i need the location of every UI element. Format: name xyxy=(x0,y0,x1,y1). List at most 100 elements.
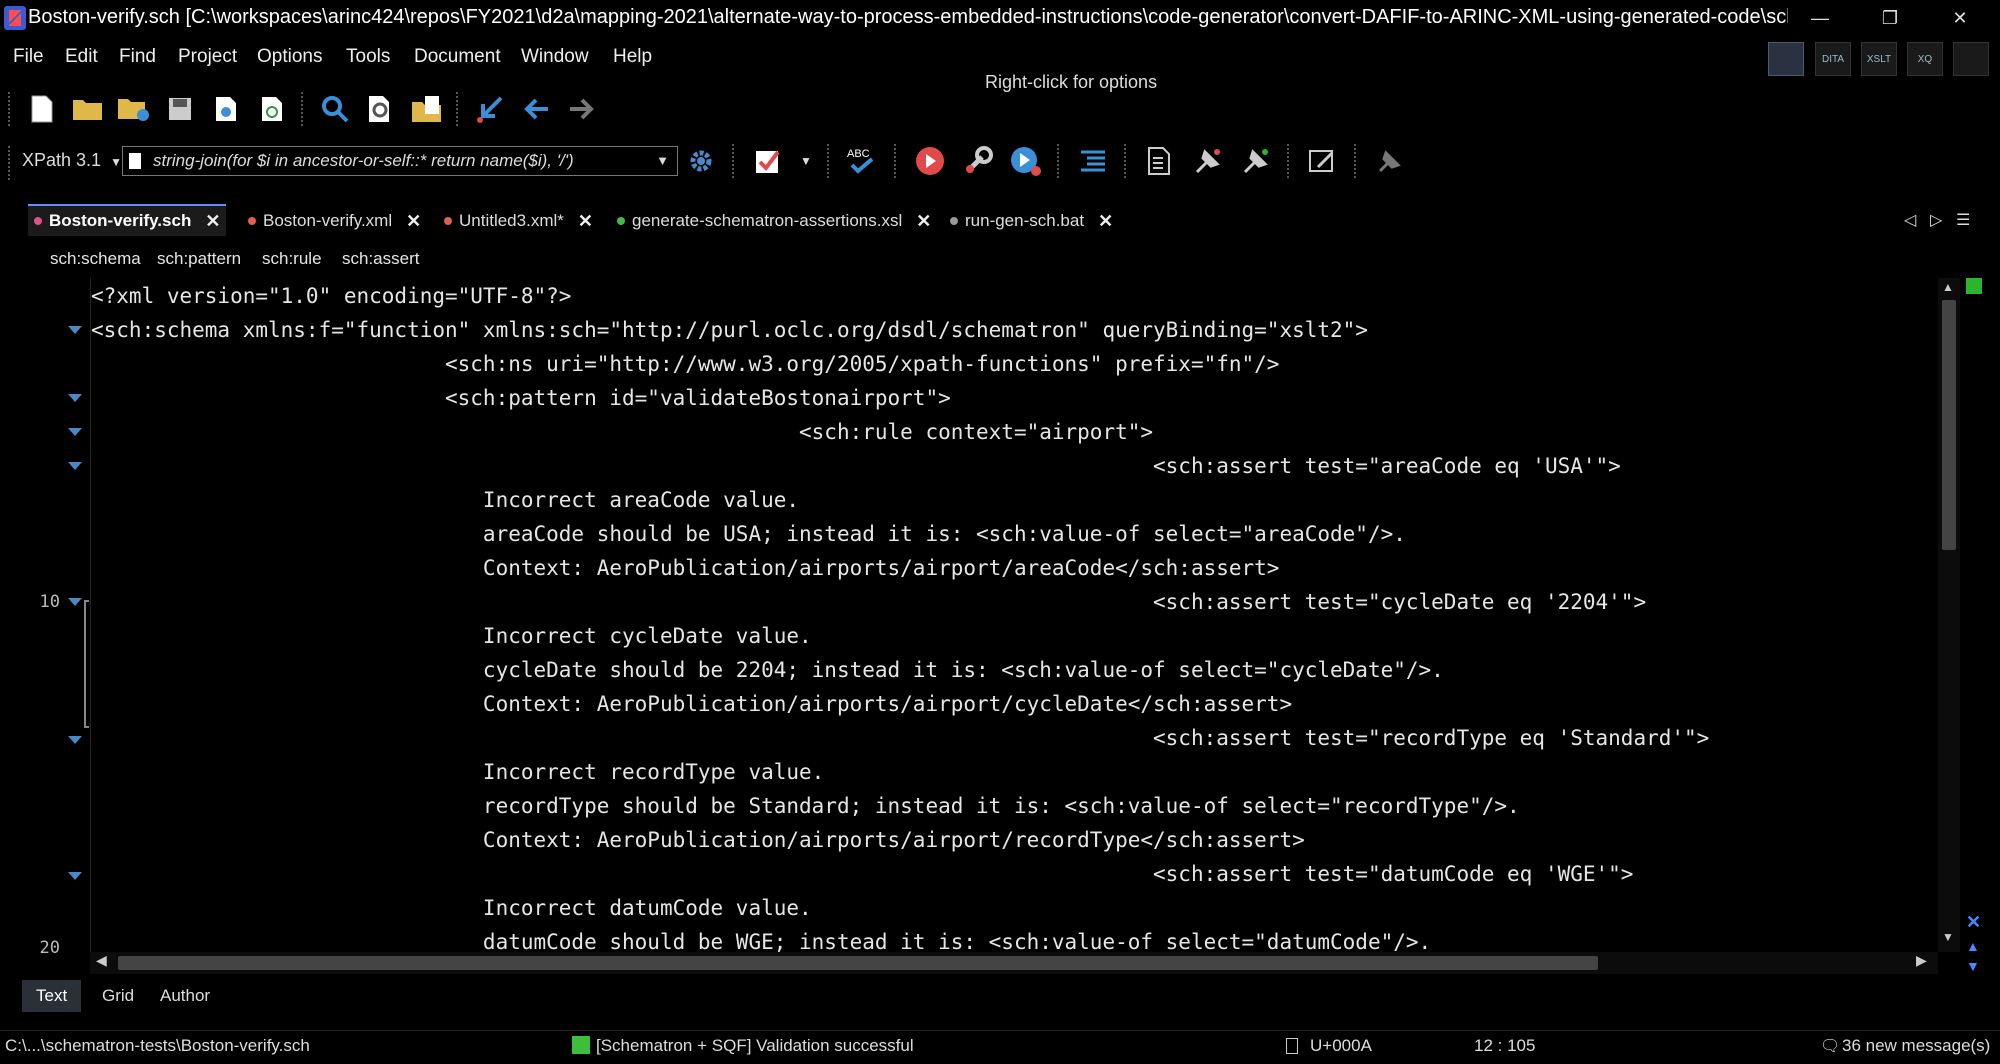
tab-boston-verify-xml[interactable]: Boston-verify.xml ✕ xyxy=(248,206,421,236)
code-line[interactable]: <sch:assert test="datumCode eq 'WGE'"> xyxy=(91,857,1633,891)
close-tab-icon[interactable]: ✕ xyxy=(916,211,931,232)
mode-tab-text[interactable]: Text xyxy=(22,980,82,1012)
clear-errors-icon[interactable]: ✕ xyxy=(1966,912,1981,933)
code-line[interactable]: Context: AeroPublication/airports/airpor… xyxy=(91,551,1280,585)
scroll-down-icon[interactable]: ▼ xyxy=(1942,930,1954,944)
horizontal-scroll-thumb[interactable] xyxy=(118,956,1598,970)
code-line[interactable]: <sch:ns uri="http://www.w3.org/2005/xpat… xyxy=(91,347,1279,381)
menu-options[interactable]: Options xyxy=(257,46,322,68)
status-messages[interactable]: 36 new message(s) xyxy=(1842,1036,1990,1056)
fold-toggle-icon[interactable] xyxy=(68,462,82,470)
xpath-expression-input[interactable]: string-join(for $i in ancestor-or-self::… xyxy=(122,146,678,176)
xslt-perspective-icon[interactable]: XSLT xyxy=(1861,42,1897,76)
fold-toggle-icon[interactable] xyxy=(68,326,82,334)
spell-check-icon[interactable]: ABC xyxy=(846,144,880,178)
menu-file[interactable]: File xyxy=(13,46,44,68)
code-line[interactable]: Context: AeroPublication/airports/airpor… xyxy=(91,687,1292,721)
close-tab-icon[interactable]: ✕ xyxy=(406,211,421,232)
code-line[interactable]: Incorrect datumCode value. xyxy=(91,891,812,925)
oxygen-app-icon[interactable] xyxy=(4,6,26,30)
close-tab-icon[interactable]: ✕ xyxy=(578,211,593,232)
breadcrumb-item[interactable]: sch:assert xyxy=(342,249,419,269)
previous-error-icon[interactable]: ▲ xyxy=(1966,938,1980,954)
go-to-last-modification-icon[interactable] xyxy=(473,92,507,126)
open-file-in-project-icon[interactable] xyxy=(410,92,444,126)
close-button[interactable]: ✕ xyxy=(1930,0,1990,36)
code-line[interactable]: Incorrect cycleDate value. xyxy=(91,619,812,653)
debug-transformation-icon[interactable] xyxy=(1009,144,1043,178)
new-file-icon[interactable] xyxy=(25,92,59,126)
fold-toggle-icon[interactable] xyxy=(68,394,82,402)
close-tab-icon[interactable]: ✕ xyxy=(205,211,220,232)
back-arrow-icon[interactable] xyxy=(519,92,553,126)
validate-checkmark-icon[interactable] xyxy=(751,144,785,178)
mode-tab-author[interactable]: Author xyxy=(146,980,224,1012)
fold-toggle-icon[interactable] xyxy=(68,428,82,436)
tab-run-gen-sch-bat[interactable]: run-gen-sch.bat ✕ xyxy=(950,206,1113,236)
code-line[interactable]: cycleDate should be 2204; instead it is:… xyxy=(91,653,1444,687)
fold-toggle-icon[interactable] xyxy=(68,598,82,606)
code-line[interactable]: <sch:assert test="cycleDate eq '2204'"> xyxy=(91,585,1646,619)
fold-toggle-icon[interactable] xyxy=(68,872,82,880)
chevron-down-icon[interactable]: ▼ xyxy=(799,144,813,178)
xpath-version-selector[interactable]: XPath 3.1 ▼ xyxy=(22,150,122,171)
insert-pin-icon[interactable] xyxy=(1191,144,1225,178)
open-url-icon[interactable] xyxy=(117,92,151,126)
scroll-up-icon[interactable]: ▲ xyxy=(1942,280,1954,294)
format-indent-icon[interactable] xyxy=(1076,144,1110,178)
tab-untitled3-xml[interactable]: Untitled3.xml* ✕ xyxy=(444,206,593,236)
code-line[interactable]: <sch:assert test="areaCode eq 'USA'"> xyxy=(91,449,1621,483)
chevron-down-icon[interactable]: ▼ xyxy=(656,153,669,168)
code-line[interactable]: <sch:pattern id="validateBostonairport"> xyxy=(91,381,951,415)
menu-help[interactable]: Help xyxy=(613,46,652,68)
minimize-button[interactable]: — xyxy=(1790,0,1850,36)
validation-status-indicator[interactable] xyxy=(1966,278,1982,294)
breadcrumb-item[interactable]: sch:rule xyxy=(262,249,322,269)
status-validation-message[interactable]: [Schematron + SQF] Validation successful xyxy=(596,1036,914,1056)
scroll-left-icon[interactable]: ◀ xyxy=(96,952,107,969)
menu-tools[interactable]: Tools xyxy=(346,46,390,68)
tab-boston-verify-sch[interactable]: Boston-verify.sch ✕ xyxy=(28,204,227,236)
restore-button[interactable]: ❐ xyxy=(1860,0,1920,36)
save-icon[interactable] xyxy=(163,92,197,126)
menu-find[interactable]: Find xyxy=(119,46,156,68)
xpath-history-icon[interactable] xyxy=(129,153,141,169)
menu-project[interactable]: Project xyxy=(178,46,237,68)
code-editor[interactable]: <?xml version="1.0" encoding="UTF-8"?> <s… xyxy=(90,278,1939,952)
fold-toggle-icon[interactable] xyxy=(68,736,82,744)
tab-generate-schematron-assertions-xsl[interactable]: generate-schematron-assertions.xsl ✕ xyxy=(617,206,931,236)
close-tab-icon[interactable]: ✕ xyxy=(1098,211,1113,232)
breadcrumb-item[interactable]: sch:pattern xyxy=(157,249,241,269)
code-line[interactable]: <sch:schema xmlns:f="function" xmlns:sch… xyxy=(91,313,1368,347)
tab-list-menu-icon[interactable]: ☰ xyxy=(1956,210,1970,230)
forward-arrow-icon[interactable] xyxy=(565,92,599,126)
next-error-icon[interactable]: ▼ xyxy=(1966,958,1980,974)
code-line[interactable]: Context: AeroPublication/airports/airpor… xyxy=(91,823,1305,857)
vertical-scroll-thumb[interactable] xyxy=(1942,300,1956,550)
find-in-files-icon[interactable] xyxy=(364,92,398,126)
xpath-settings-gear-icon[interactable] xyxy=(684,144,718,178)
insert-pin-green-icon[interactable] xyxy=(1239,144,1273,178)
edit-form-icon[interactable] xyxy=(1306,144,1340,178)
mode-tab-grid[interactable]: Grid xyxy=(88,980,148,1012)
breadcrumb-item[interactable]: sch:schema xyxy=(50,249,141,269)
save-to-url-icon[interactable] xyxy=(209,92,243,126)
line-number-gutter[interactable]: 10 20 xyxy=(14,278,90,958)
code-line[interactable]: datumCode should be WGE; instead it is: … xyxy=(91,925,1431,952)
scroll-tabs-left-icon[interactable]: ◁ xyxy=(1904,210,1916,230)
xquery-perspective-icon[interactable]: XQ xyxy=(1907,42,1943,76)
configure-transformation-icon[interactable] xyxy=(961,144,995,178)
editor-perspective-icon[interactable] xyxy=(1768,42,1804,76)
open-folder-icon[interactable] xyxy=(71,92,105,126)
code-line[interactable]: areaCode should be USA; instead it is: <… xyxy=(91,517,1406,551)
code-line[interactable]: <sch:assert test="recordType eq 'Standar… xyxy=(91,721,1709,755)
database-perspective-icon[interactable] xyxy=(1953,42,1989,76)
dita-perspective-icon[interactable]: DITA xyxy=(1815,42,1851,76)
status-cursor-position[interactable]: 12 : 105 xyxy=(1474,1036,1535,1056)
code-line[interactable]: <?xml version="1.0" encoding="UTF-8"?> xyxy=(91,279,571,313)
scroll-right-icon[interactable]: ▶ xyxy=(1916,952,1927,969)
unpin-icon[interactable] xyxy=(1373,144,1407,178)
document-outline-icon[interactable] xyxy=(1143,144,1177,178)
reload-icon[interactable] xyxy=(255,92,289,126)
code-line[interactable]: Incorrect areaCode value. xyxy=(91,483,799,517)
